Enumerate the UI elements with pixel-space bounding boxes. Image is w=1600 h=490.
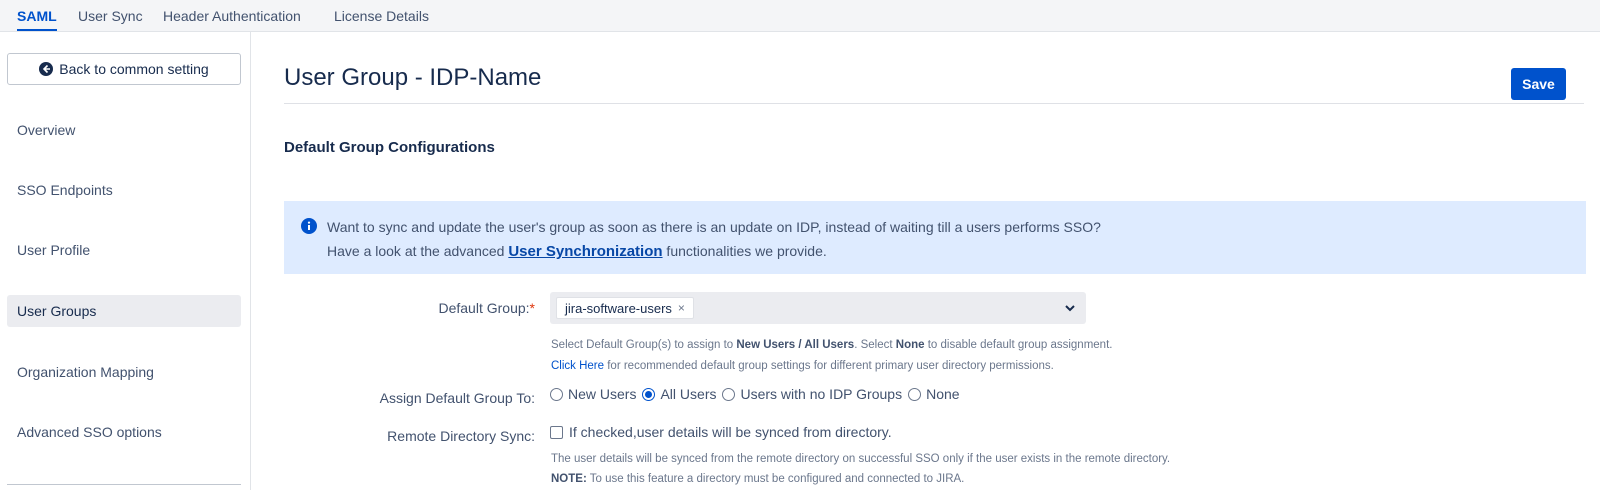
remote-sync-help-2: NOTE: To use this feature a directory mu…	[551, 473, 964, 485]
help-text: Select Default Group(s) to assign to	[551, 339, 737, 351]
sidebar-item-advanced-sso-options[interactable]: Advanced SSO options	[7, 416, 241, 448]
required-mark: *	[529, 300, 535, 316]
help-text: to disable default group assignment.	[924, 339, 1113, 351]
sidebar-item-sso-endpoints[interactable]: SSO Endpoints	[7, 174, 241, 206]
sidebar-item-label: User Profile	[17, 242, 91, 258]
back-to-common-setting-button[interactable]: Back to common setting	[7, 53, 241, 85]
default-group-label: Default Group:*	[285, 300, 535, 316]
radio-new-users[interactable]	[550, 387, 563, 401]
help-bold-text: None	[895, 339, 925, 351]
page-title: User Group - IDP-Name	[284, 64, 542, 91]
default-group-label-text: Default Group:	[438, 300, 530, 316]
tab-saml[interactable]: SAML	[17, 8, 57, 24]
sidebar-item-overview[interactable]: Overview	[7, 114, 241, 146]
default-group-help-2: Click Here for recommended default group…	[551, 360, 1054, 372]
click-here-link[interactable]: Click Here	[551, 360, 604, 372]
radio-label: None	[926, 386, 960, 402]
radio-none[interactable]	[908, 387, 922, 401]
sidebar-item-label: Advanced SSO options	[17, 424, 162, 440]
radio-label: New Users	[568, 386, 637, 402]
remove-chip-icon[interactable]: ×	[678, 301, 685, 315]
remote-sync-help-1: The user details will be synced from the…	[551, 453, 1171, 465]
tab-license-details[interactable]: License Details	[334, 8, 429, 24]
chevron-down-icon[interactable]	[1064, 302, 1076, 314]
radio-users-with-no-idp-groups[interactable]	[722, 387, 736, 401]
sidebar-item-label: SSO Endpoints	[17, 182, 113, 198]
info-text-suffix: functionalities we provide.	[662, 243, 827, 259]
tab-header-authentication[interactable]: Header Authentication	[163, 8, 301, 24]
sidebar-item-label: Organization Mapping	[17, 364, 154, 380]
section-title: Default Group Configurations	[284, 139, 495, 156]
group-chip: jira-software-users ×	[556, 297, 694, 319]
sidebar-item-label: Overview	[17, 122, 76, 138]
radio-all-users[interactable]	[642, 387, 656, 401]
arrow-left-circle-icon	[39, 62, 54, 76]
sidebar-divider	[7, 484, 241, 485]
top-tab-bar: SAML User Sync Header Authentication Lic…	[0, 0, 1600, 32]
remote-directory-sync-row: If checked,user details will be synced f…	[550, 424, 892, 440]
sidebar-item-user-profile[interactable]: User Profile	[7, 234, 241, 266]
group-chip-label: jira-software-users	[565, 300, 672, 316]
sidebar-item-label: User Groups	[17, 303, 97, 319]
help-text: for recommended default group settings f…	[604, 360, 1054, 372]
sidebar-item-user-groups[interactable]: User Groups	[7, 295, 241, 327]
default-group-select[interactable]: jira-software-users ×	[550, 292, 1086, 324]
info-icon	[301, 218, 317, 234]
info-banner: Want to sync and update the user's group…	[284, 201, 1586, 274]
radio-label: All Users	[660, 386, 717, 402]
info-text-prefix: Have a look at the advanced	[327, 243, 509, 259]
info-text-line1: Want to sync and update the user's group…	[327, 219, 1101, 235]
info-text-line2: Have a look at the advanced User Synchro…	[327, 243, 827, 260]
help-bold-text: New Users / All Users	[736, 339, 855, 351]
note-bold-text: NOTE:	[551, 473, 587, 485]
remote-directory-sync-label: Remote Directory Sync:	[387, 428, 535, 444]
remote-directory-sync-checkbox[interactable]	[550, 425, 563, 439]
checkbox-label: If checked,user details will be synced f…	[569, 424, 892, 440]
user-synchronization-link[interactable]: User Synchronization	[508, 243, 662, 260]
radio-label: Users with no IDP Groups	[740, 386, 903, 402]
active-tab-indicator	[17, 29, 57, 31]
title-divider	[284, 103, 1584, 104]
sidebar: Back to common setting Overview SSO Endp…	[0, 32, 251, 490]
default-group-help-1: Select Default Group(s) to assign to New…	[551, 339, 1112, 351]
help-text: . Select	[854, 339, 896, 351]
back-button-label: Back to common setting	[59, 61, 209, 77]
sidebar-item-organization-mapping[interactable]: Organization Mapping	[7, 356, 241, 388]
tab-user-sync[interactable]: User Sync	[78, 8, 143, 24]
assign-default-group-radio-group: New Users All Users Users with no IDP Gr…	[550, 386, 966, 402]
help-text: To use this feature a directory must be …	[586, 473, 965, 485]
assign-default-group-label: Assign Default Group To:	[379, 390, 535, 406]
save-button[interactable]: Save	[1511, 68, 1566, 100]
